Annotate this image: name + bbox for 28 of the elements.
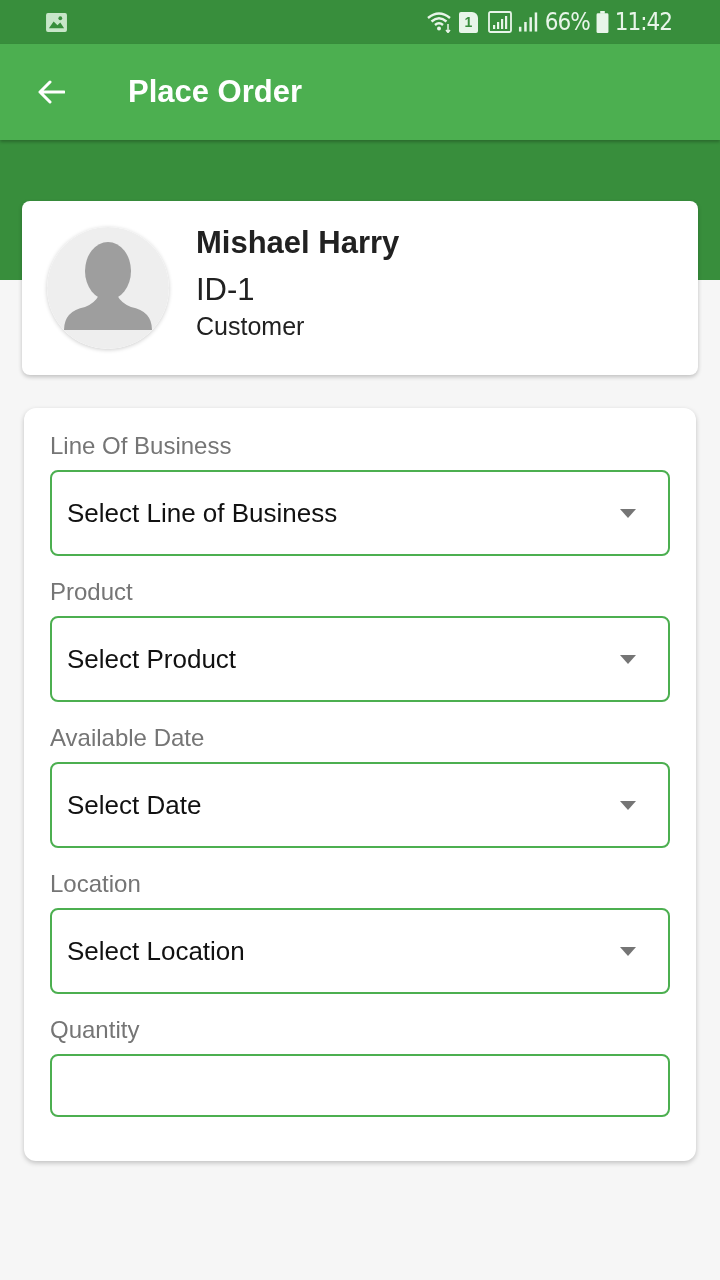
field-label: Line Of Business	[50, 432, 232, 460]
field-label: Quantity	[50, 1016, 140, 1044]
dropdown-field[interactable]: Select Product	[50, 616, 670, 702]
battery-icon	[595, 11, 609, 33]
field-label: Product	[50, 578, 133, 606]
caret-icon	[620, 508, 636, 518]
field-label: Location	[50, 870, 141, 898]
avatar-icon	[47, 227, 169, 349]
image-icon	[46, 12, 67, 32]
caret-icon	[620, 654, 636, 664]
back-arrow-icon	[37, 80, 65, 104]
dropdown-field[interactable]: Select Location	[50, 908, 670, 994]
clock: 11:42	[614, 7, 672, 37]
customer-id: ID-1	[196, 271, 256, 309]
screen-title: Place Order	[128, 74, 303, 110]
signal-icon	[487, 11, 512, 33]
dropdown-field[interactable]: Select Line of Business	[50, 470, 670, 556]
customer-role: Customer	[196, 311, 306, 342]
battery-percent: 66%	[544, 7, 590, 37]
field-label: Available Date	[50, 724, 205, 752]
sim-indicator: 1	[458, 11, 478, 33]
customer-name: Mishael Harry	[196, 224, 400, 262]
signal-icon	[517, 12, 539, 32]
dropdown-field[interactable]: Select Date	[50, 762, 670, 848]
input-field[interactable]	[50, 1054, 670, 1117]
caret-icon	[620, 946, 636, 956]
wifi-icon	[426, 11, 453, 33]
caret-icon	[620, 800, 636, 810]
